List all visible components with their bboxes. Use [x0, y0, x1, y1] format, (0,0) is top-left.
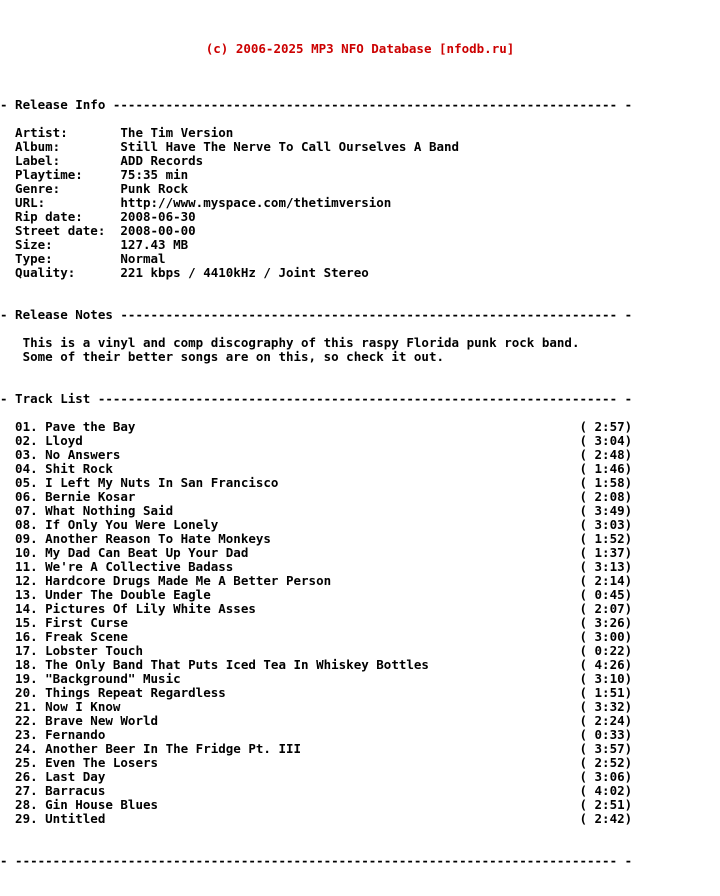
nfo-document: (c) 2006-2025 MP3 NFO Database [nfodb.ru… — [0, 0, 720, 868]
copyright-header: (c) 2006-2025 MP3 NFO Database [nfodb.ru… — [205, 41, 515, 56]
nfo-body: - Release Info -------------------------… — [0, 97, 633, 868]
